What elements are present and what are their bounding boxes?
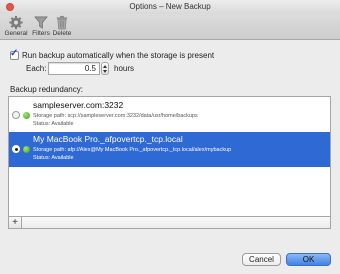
storage-radio[interactable] bbox=[12, 111, 20, 119]
hours-stepper[interactable] bbox=[101, 62, 109, 75]
storage-radio[interactable] bbox=[12, 145, 20, 153]
hours-unit-label: hours bbox=[114, 64, 135, 73]
toolbar-delete-button[interactable]: Delete bbox=[49, 15, 75, 38]
auto-backup-label: Run backup automatically when the storag… bbox=[22, 51, 215, 60]
close-window-button[interactable] bbox=[6, 3, 14, 11]
title-bar: Options – New Backup bbox=[0, 0, 340, 14]
window-title: Options – New Backup bbox=[129, 2, 211, 11]
add-storage-button[interactable]: + bbox=[9, 216, 22, 228]
storage-name: My MacBook Pro._afpovertcp._tcp.local bbox=[33, 134, 183, 144]
gear-icon bbox=[9, 15, 23, 30]
each-label: Each: bbox=[26, 64, 47, 73]
toolbar: General Filters Delete bbox=[0, 14, 340, 40]
storage-path: Storage path: scp://sampleserver.com:323… bbox=[33, 113, 198, 119]
storage-name: sampleserver.com:3232 bbox=[33, 100, 124, 110]
trash-icon bbox=[56, 15, 68, 30]
storage-path: Storage path: afp://Alex@My MacBook Pro.… bbox=[33, 147, 232, 153]
options-window: Options – New Backup General Filters Del… bbox=[0, 0, 340, 274]
funnel-icon bbox=[34, 16, 48, 29]
stepper-up-icon[interactable] bbox=[103, 65, 107, 68]
stepper-down-icon[interactable] bbox=[103, 70, 107, 73]
hours-input[interactable]: 0.5 bbox=[48, 62, 100, 75]
storage-status: Status: Available bbox=[33, 155, 74, 161]
cancel-button[interactable]: Cancel bbox=[242, 253, 281, 266]
toolbar-general-label: General bbox=[4, 30, 28, 37]
status-available-icon bbox=[23, 112, 30, 119]
toolbar-general-button[interactable]: General bbox=[3, 15, 29, 38]
ok-button[interactable]: OK bbox=[286, 253, 331, 266]
storage-status: Status: Available bbox=[33, 121, 74, 127]
status-available-icon bbox=[23, 146, 30, 153]
storage-row[interactable]: sampleserver.com:3232 Storage path: scp:… bbox=[9, 98, 330, 133]
toolbar-delete-label: Delete bbox=[52, 30, 72, 37]
backup-redundancy-label: Backup redundancy: bbox=[10, 85, 83, 94]
auto-backup-checkbox[interactable]: ✓ bbox=[10, 48, 19, 60]
storage-list: sampleserver.com:3232 Storage path: scp:… bbox=[8, 96, 331, 229]
checkmark-icon: ✓ bbox=[10, 48, 19, 59]
storage-row-selected[interactable]: My MacBook Pro._afpovertcp._tcp.local St… bbox=[9, 132, 330, 167]
list-footer-bar bbox=[22, 216, 330, 228]
